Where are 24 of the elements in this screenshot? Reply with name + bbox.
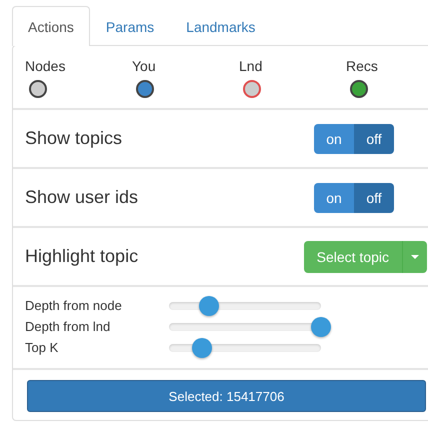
legend-label: Recs	[346, 58, 378, 74]
highlight-label: Highlight topic	[25, 246, 138, 267]
on-button[interactable]: on	[314, 182, 354, 212]
tab[interactable]: Actions	[12, 6, 90, 46]
legend-label: Nodes	[25, 58, 66, 74]
slider-thumb[interactable]	[311, 316, 331, 336]
legend-label: Lnd	[239, 58, 262, 74]
off-button[interactable]: off	[354, 124, 394, 154]
slider-label: Top K	[25, 340, 60, 355]
legend-label: You	[132, 58, 156, 74]
slider-label: Depth from node	[25, 298, 123, 313]
off-button[interactable]: off	[354, 182, 394, 212]
caret-icon	[411, 254, 419, 258]
slider-thumb[interactable]	[192, 338, 212, 358]
selected-button[interactable]: Selected: 15417706	[27, 380, 426, 412]
tab[interactable]: Landmarks	[170, 6, 272, 46]
toggle-label: Show user ids	[25, 187, 138, 208]
on-button[interactable]: on	[314, 124, 354, 154]
slider-label: Depth from lnd	[25, 319, 112, 334]
slider-thumb[interactable]	[198, 296, 219, 316]
toggle-label: Show topics	[25, 128, 122, 149]
select-topic-button[interactable]: Select topic	[304, 240, 402, 272]
dropdown-button[interactable]	[402, 240, 427, 272]
tab[interactable]: Params	[90, 6, 170, 46]
